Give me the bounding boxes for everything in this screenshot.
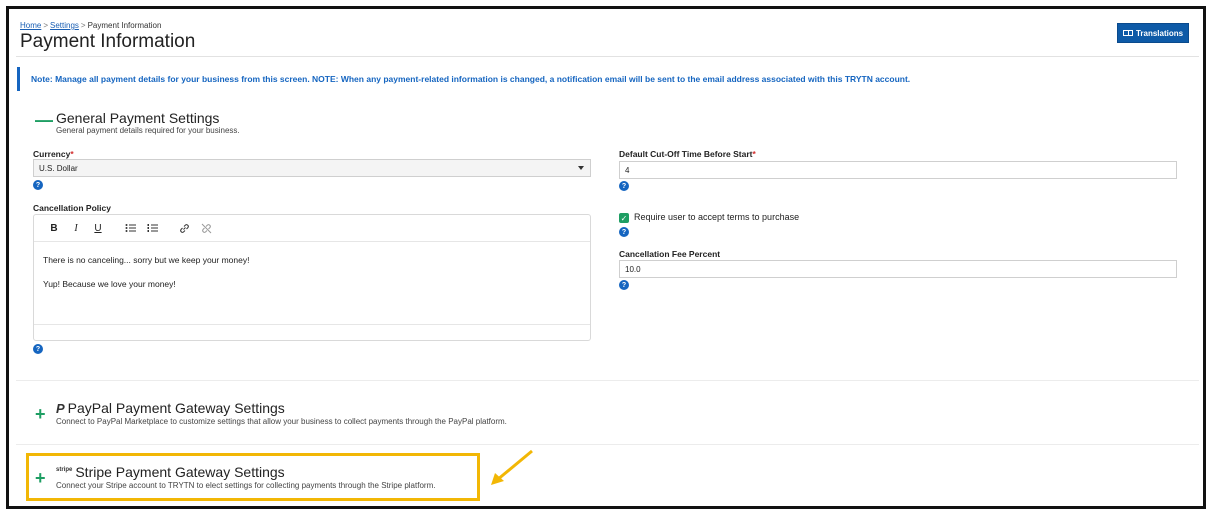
section-divider [16, 444, 1199, 445]
cancellation-fee-label: Cancellation Fee Percent [619, 249, 721, 259]
currency-select[interactable]: U.S. Dollar [33, 159, 591, 177]
expand-paypal-icon[interactable]: + [35, 405, 46, 423]
info-note: Note: Manage all payment details for you… [17, 67, 1193, 91]
unlink-icon[interactable] [198, 220, 214, 236]
cancellation-fee-input[interactable]: 10.0 [619, 260, 1177, 278]
paypal-section-title-text: PayPal Payment Gateway Settings [67, 400, 285, 416]
header-divider [16, 56, 1199, 57]
paypal-section-title[interactable]: P PayPal Payment Gateway Settings [56, 400, 285, 416]
app-frame: Home > Settings > Payment Information Paymen… [6, 6, 1206, 509]
editor-paragraph: There is no canceling... sorry but we ke… [43, 255, 250, 265]
page-title: Payment Information [20, 31, 196, 52]
breadcrumb-separator: > [43, 21, 49, 30]
cutoff-time-label: Default Cut-Off Time Before Start* [619, 149, 756, 159]
cancellation-fee-value: 10.0 [625, 264, 641, 274]
cutoff-time-value: 4 [625, 165, 630, 175]
italic-button[interactable]: I [68, 220, 84, 236]
translate-icon [1122, 30, 1133, 36]
cutoff-time-input[interactable]: 4 [619, 161, 1177, 179]
editor-paragraph: Yup! Because we love your money! [43, 279, 176, 289]
cutoff-time-help-icon[interactable]: ? [619, 181, 629, 191]
arrow-icon [491, 449, 533, 485]
cancellation-policy-help-icon[interactable]: ? [33, 344, 43, 354]
numbered-list-icon[interactable] [144, 220, 160, 236]
stripe-highlight-box [26, 453, 480, 501]
paypal-section-description: Connect to PayPal Marketplace to customi… [56, 417, 507, 426]
currency-label-text: Currency [33, 149, 71, 159]
link-icon[interactable] [176, 220, 192, 236]
currency-label: Currency* [33, 149, 74, 159]
breadcrumb-separator: > [80, 21, 86, 30]
require-terms-label: Require user to accept terms to purchase [634, 212, 800, 222]
section-divider [16, 380, 1199, 381]
collapse-general-icon[interactable]: — [35, 111, 53, 129]
editor-footer [34, 324, 590, 340]
breadcrumb: Home > Settings > Payment Information [20, 21, 161, 30]
general-section-description: General payment details required for you… [56, 126, 240, 135]
breadcrumb-home-link[interactable]: Home [20, 21, 41, 30]
currency-select-value: U.S. Dollar [39, 163, 78, 173]
info-note-text: Note: Manage all payment details for you… [31, 74, 911, 84]
currency-help-icon[interactable]: ? [33, 180, 43, 190]
breadcrumb-settings-link[interactable]: Settings [50, 21, 79, 30]
underline-button[interactable]: U [90, 220, 106, 236]
translations-button[interactable]: Translations [1117, 23, 1189, 43]
bold-button[interactable]: B [46, 220, 62, 236]
general-section-title: General Payment Settings [56, 110, 220, 126]
paypal-logo: P [56, 401, 65, 416]
cancellation-policy-label: Cancellation Policy [33, 203, 111, 213]
chevron-down-icon [578, 166, 584, 170]
required-mark: * [752, 149, 756, 159]
cutoff-time-label-text: Default Cut-Off Time Before Start [619, 149, 753, 159]
breadcrumb-current: Payment Information [87, 21, 162, 30]
editor-content[interactable]: There is no canceling... sorry but we ke… [34, 243, 590, 325]
translations-button-label: Translations [1135, 28, 1184, 38]
cancellation-policy-editor[interactable]: B I U There is no canceling... sorry but… [33, 214, 591, 341]
required-mark: * [70, 149, 74, 159]
require-terms-checkbox[interactable]: ✓ [619, 213, 629, 223]
editor-toolbar: B I U [34, 215, 590, 242]
bullet-list-icon[interactable] [122, 220, 138, 236]
require-terms-help-icon[interactable]: ? [619, 227, 629, 237]
cancellation-fee-help-icon[interactable]: ? [619, 280, 629, 290]
